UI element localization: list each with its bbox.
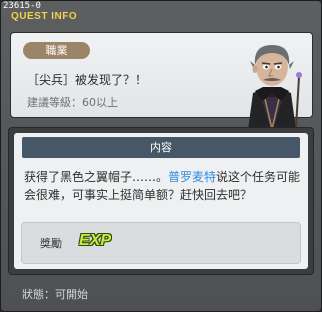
npc-name-link[interactable]: 普罗麦特 <box>168 170 216 184</box>
reward-box: 獎勵 EXP <box>21 222 301 264</box>
quest-description: 获得了黑色之翼帽子……。普罗麦特说这个任务可能会很难，可事实上挺简单额？赶快回去… <box>24 168 302 204</box>
reward-label: 獎勵 <box>40 237 62 250</box>
quest-summary-card: 職業 ［尖兵］被发现了？！ 建議等級：60以上 <box>10 32 313 146</box>
content-panel: 内容 获得了黑色之翼帽子……。普罗麦特说这个任务可能会很难，可事实上挺简单额？赶… <box>8 127 314 275</box>
description-text: 获得了黑色之翼帽子……。 <box>24 170 169 184</box>
exp-icon: EXP <box>79 232 112 249</box>
content-header: 内容 <box>22 137 300 158</box>
quest-info-window: 23615-0 QUEST INFO 職業 ［尖兵］被发现了？！ 建議等級：60… <box>0 0 322 312</box>
quest-status: 狀態：可開始 <box>22 288 88 301</box>
window-title: QUEST INFO <box>11 11 78 22</box>
quest-name: ［尖兵］被发现了？！ <box>27 73 148 87</box>
content-body: 内容 获得了黑色之翼帽子……。普罗麦特说这个任务可能会很难，可事实上挺简单额？赶… <box>14 133 308 269</box>
job-tag: 職業 <box>23 42 90 59</box>
recommended-level: 建議等級：60以上 <box>27 96 118 109</box>
